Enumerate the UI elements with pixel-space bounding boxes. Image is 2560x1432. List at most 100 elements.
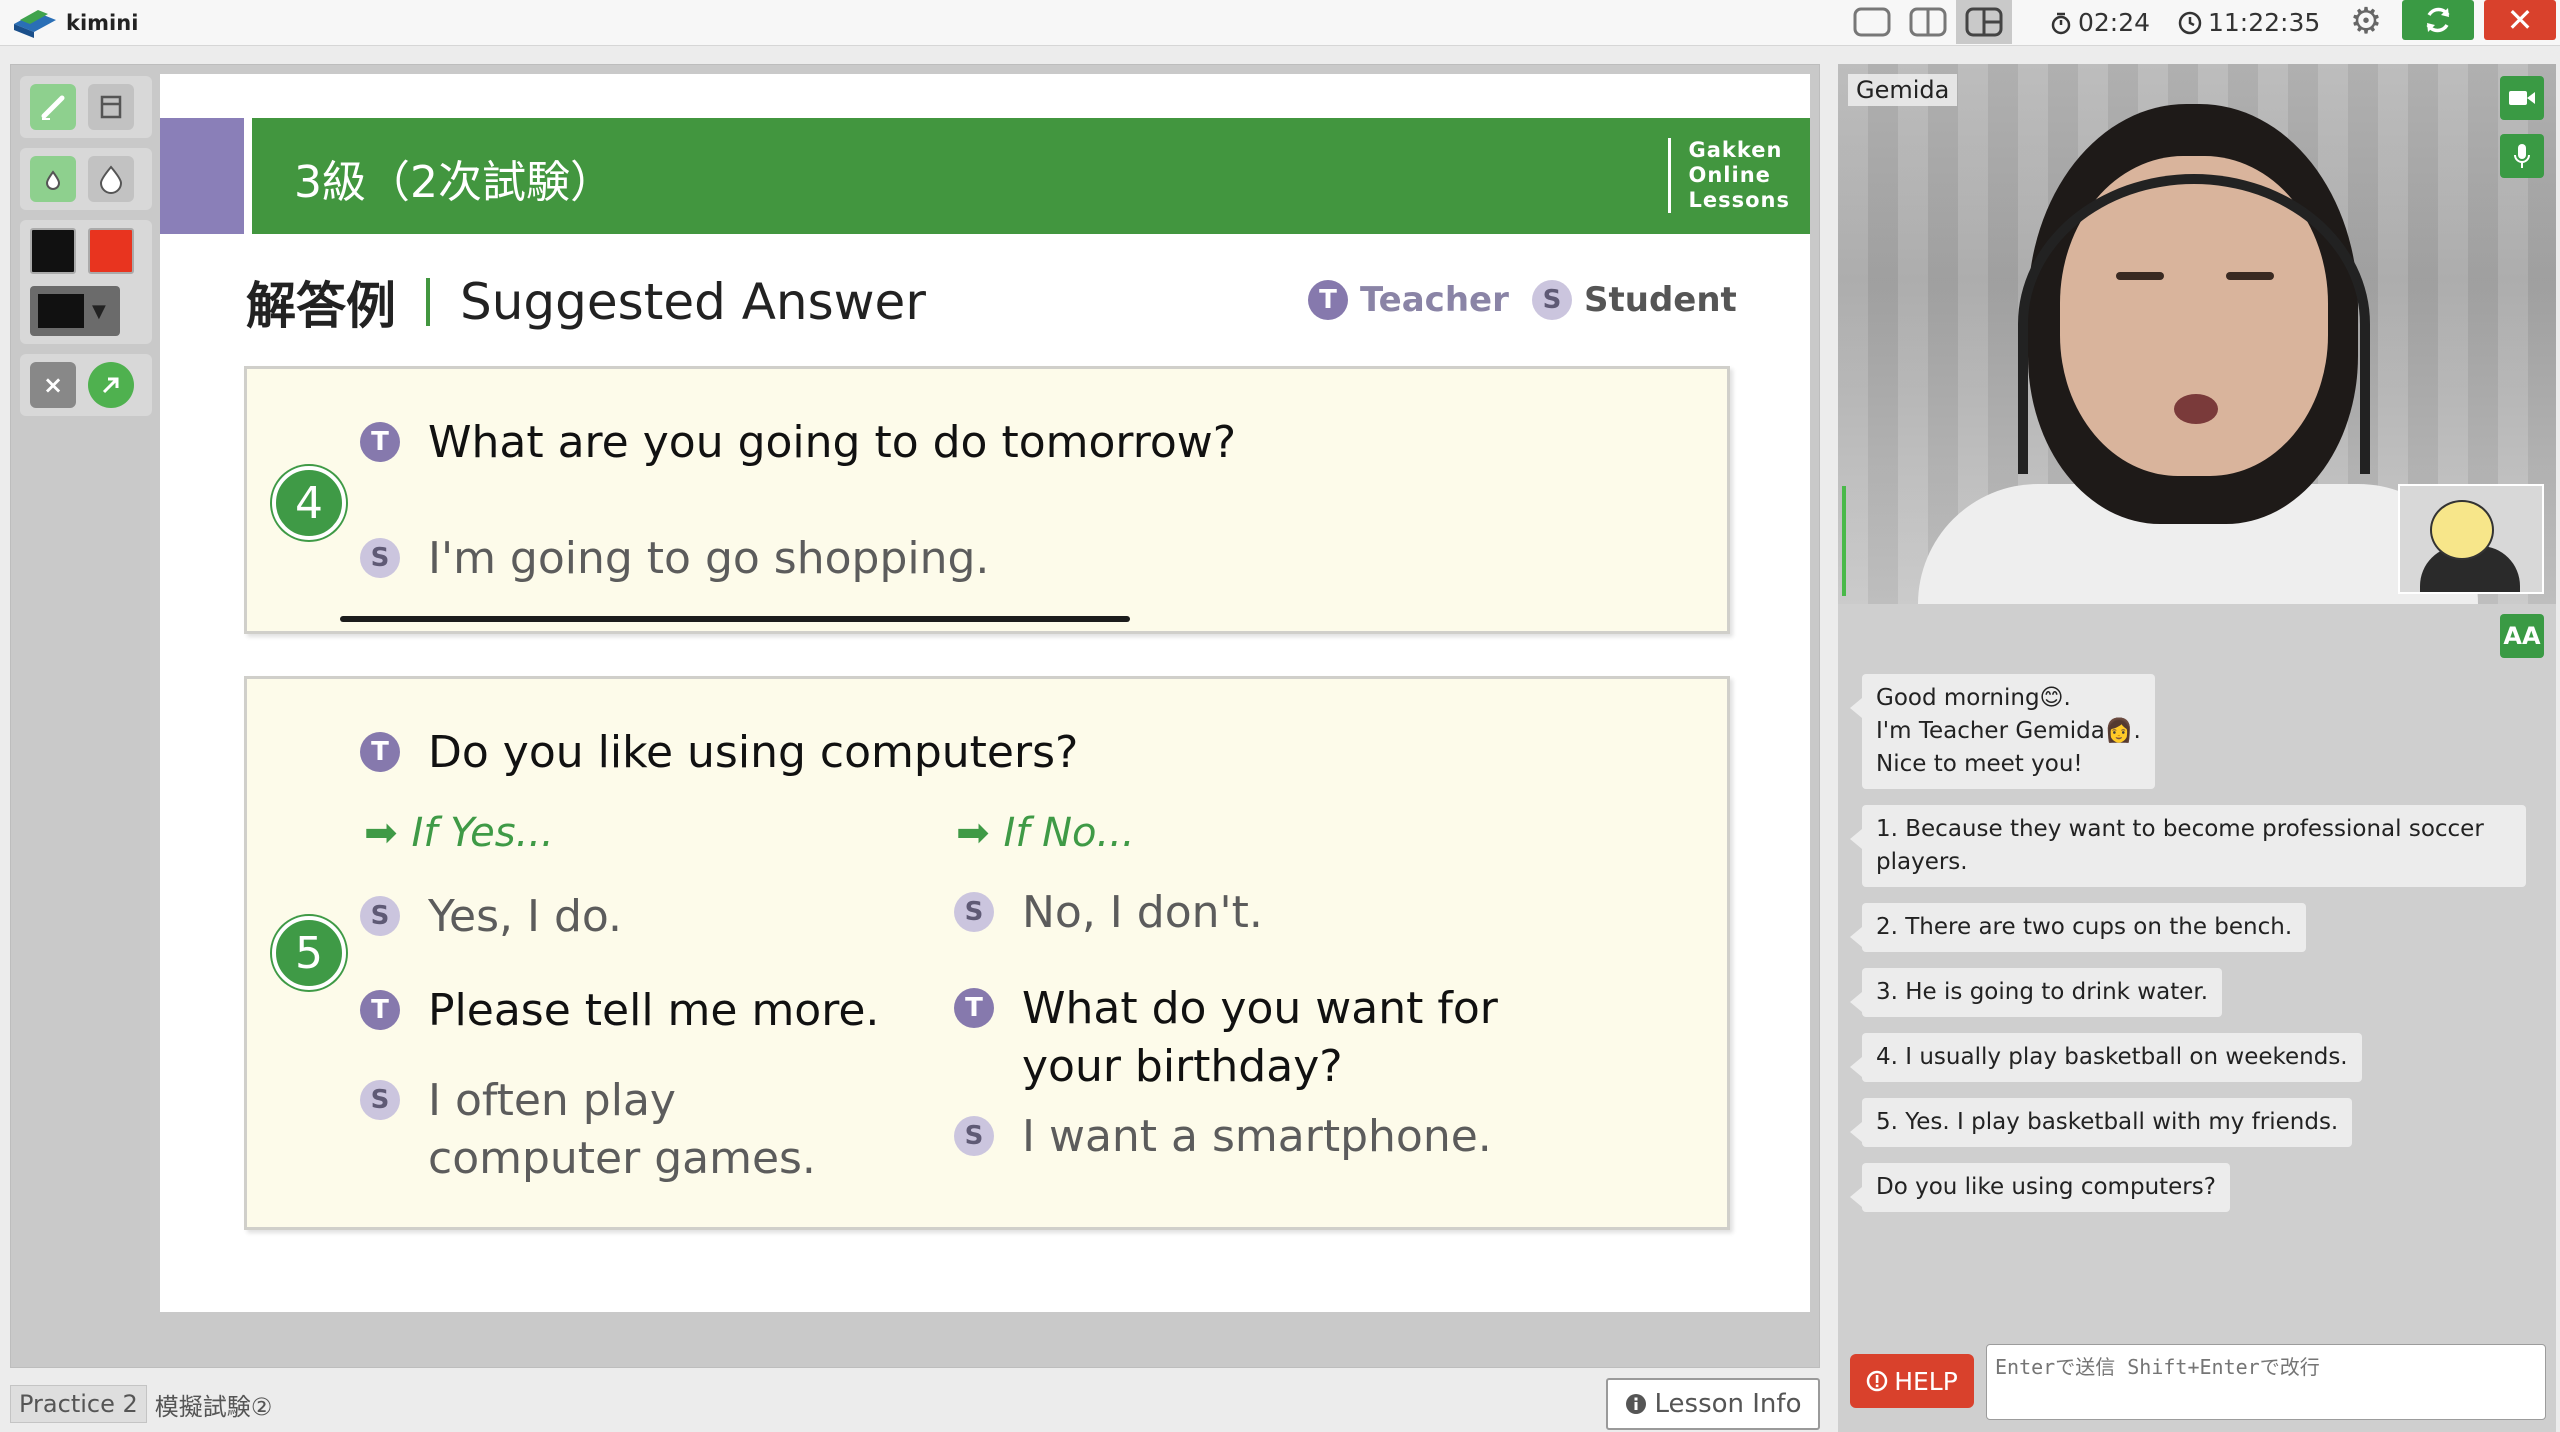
layout-switcher: [1844, 0, 2012, 44]
if-no-text: If No...: [1003, 810, 1135, 856]
info-icon: [1625, 1394, 1646, 1414]
teacher-name-label: Gemida: [1848, 74, 1958, 106]
close-button[interactable]: ✕: [2484, 0, 2556, 40]
camera-icon: [2509, 91, 2535, 105]
question-4-box: [244, 366, 1730, 634]
no-student-text: No, I don't.: [1022, 887, 1263, 938]
answer-heading: 解答例 Suggested Answer: [246, 266, 926, 338]
banner-accent: [160, 118, 244, 234]
clear-button[interactable]: ×: [30, 362, 76, 408]
yes-teacher-line: T Please tell me more.: [360, 982, 879, 1040]
mic-toggle-button[interactable]: [2500, 134, 2544, 178]
question-number: 4: [272, 466, 346, 540]
student-badge: S: [360, 1080, 400, 1120]
pen-icon: [41, 95, 65, 120]
lesson-slide: 3級（2次試験） Gakken Online Lessons 解答例 Sugge…: [160, 74, 1810, 1312]
tool-group-width: [20, 148, 152, 210]
help-button[interactable]: HELP: [1850, 1354, 1974, 1408]
camera-toggle-button[interactable]: [2500, 76, 2544, 120]
timer-icon: [2051, 12, 2071, 34]
heading-jp: 解答例: [246, 277, 396, 335]
practice-tag: Practice 2: [10, 1385, 147, 1423]
if-yes-label: ➡ If Yes...: [364, 810, 554, 856]
speaking-indicator: [1842, 486, 1846, 596]
top-bar: kimini 02:24 11:22:35 ⚙ ✕: [0, 0, 2560, 46]
no-teacher-line: T What do you want for your birthday?: [954, 980, 1594, 1096]
legend-student: S Student: [1532, 280, 1737, 320]
yes-student-line-2: S I often play computer games.: [360, 1072, 880, 1188]
chat-message: 1. Because they want to become professio…: [1850, 805, 2526, 887]
arrow-right-icon: ➡: [364, 810, 398, 856]
clock: 11:22:35: [2178, 8, 2320, 37]
thin-line-button[interactable]: [30, 156, 76, 202]
tool-group-color: ▼: [20, 220, 152, 344]
chat-message: 3. He is going to drink water.: [1849, 968, 2223, 1017]
chat-message-row: 5. Yes. I play basketball with my friend…: [1849, 1098, 2532, 1163]
elapsed-timer: 02:24: [2050, 8, 2150, 37]
teacher-badge: T: [360, 990, 400, 1030]
teacher-badge: T: [360, 732, 400, 772]
q5-teacher-line: T Do you like using computers?: [360, 724, 1078, 782]
color-red-swatch[interactable]: [88, 228, 134, 274]
duck-avatar: [2430, 500, 2494, 560]
q4-student-text: I'm going to go shopping.: [428, 533, 990, 584]
layout-panel-button[interactable]: [1956, 0, 2012, 44]
lesson-label: Practice 2 模擬試験②: [10, 1384, 272, 1424]
chat-message: Good morning😊. I'm Teacher Gemida👩. Nice…: [1850, 674, 2155, 789]
pen-tool-button[interactable]: [30, 84, 76, 130]
chat-input[interactable]: [1986, 1344, 2546, 1420]
slide-title: 3級（2次試験）: [294, 157, 614, 208]
elapsed-time: 02:24: [2078, 8, 2151, 37]
layout-single-icon: [1853, 7, 1891, 37]
tool-group-actions: ×: [20, 354, 152, 416]
drop-large-icon: [99, 165, 123, 194]
if-yes-text: If Yes...: [411, 810, 554, 856]
chat-message-row: Do you like using computers?: [1850, 1163, 2532, 1228]
yes-student-text-2: I often play computer games.: [428, 1075, 816, 1184]
chat-message: 4. I usually play basketball on weekends…: [1850, 1033, 2362, 1082]
app-logo: kimini: [12, 6, 138, 40]
q4-student-line: S I'm going to go shopping.: [360, 530, 989, 588]
heading-en: Suggested Answer: [460, 273, 926, 331]
chat-message: 5. Yes. I play basketball with my friend…: [1849, 1098, 2353, 1147]
heading-divider: [426, 278, 430, 326]
font-size-button[interactable]: AA: [2500, 614, 2544, 658]
pointer-button[interactable]: [88, 362, 134, 408]
chevron-down-icon: ▼: [92, 300, 106, 322]
student-badge: S: [360, 896, 400, 936]
student-badge: S: [360, 538, 400, 578]
refresh-icon: [2426, 7, 2450, 33]
tool-group-mode: [20, 76, 152, 138]
brand-line: Gakken: [1688, 138, 1783, 162]
q4-teacher-line: T What are you going to do tomorrow?: [360, 414, 1236, 472]
q5-teacher-text: Do you like using computers?: [428, 727, 1079, 778]
eraser-tool-button[interactable]: [88, 84, 134, 130]
thick-line-button[interactable]: [88, 156, 134, 202]
brand-line: Online: [1688, 163, 1771, 187]
refresh-button[interactable]: [2402, 0, 2474, 40]
chat-message: 2. There are two cups on the bench.: [1849, 903, 2307, 952]
close-icon: ✕: [2506, 1, 2534, 39]
student-badge: S: [954, 1116, 994, 1156]
slide-banner: 3級（2次試験） Gakken Online Lessons: [160, 118, 1810, 234]
legend-teacher-label: Teacher: [1360, 280, 1509, 320]
eraser-icon: [100, 95, 122, 119]
gear-icon[interactable]: ⚙: [2346, 2, 2386, 42]
yes-teacher-text: Please tell me more.: [428, 985, 880, 1036]
yes-student-text: Yes, I do.: [428, 891, 623, 942]
chat-message-row: 1. Because they want to become professio…: [1850, 805, 2532, 903]
pen-annotation-stroke: [340, 616, 1130, 622]
yes-student-line: S Yes, I do.: [360, 888, 622, 946]
color-black-swatch[interactable]: [30, 228, 76, 274]
layout-single-button[interactable]: [1844, 0, 1900, 44]
color-dropdown[interactable]: ▼: [30, 286, 120, 336]
no-teacher-text: What do you want for your birthday?: [1022, 983, 1498, 1092]
help-label: HELP: [1894, 1366, 1958, 1396]
lesson-info-button[interactable]: Lesson Info: [1606, 1378, 1820, 1430]
self-video-thumbnail[interactable]: [2398, 484, 2544, 594]
chat-log: Good morning😊. I'm Teacher Gemida👩. Nice…: [1849, 674, 2532, 1228]
clear-icon: ×: [42, 371, 64, 399]
brand-logo: Gakken Online Lessons: [1667, 138, 1791, 213]
layout-split-icon: [1909, 7, 1947, 37]
layout-split-button[interactable]: [1900, 0, 1956, 44]
